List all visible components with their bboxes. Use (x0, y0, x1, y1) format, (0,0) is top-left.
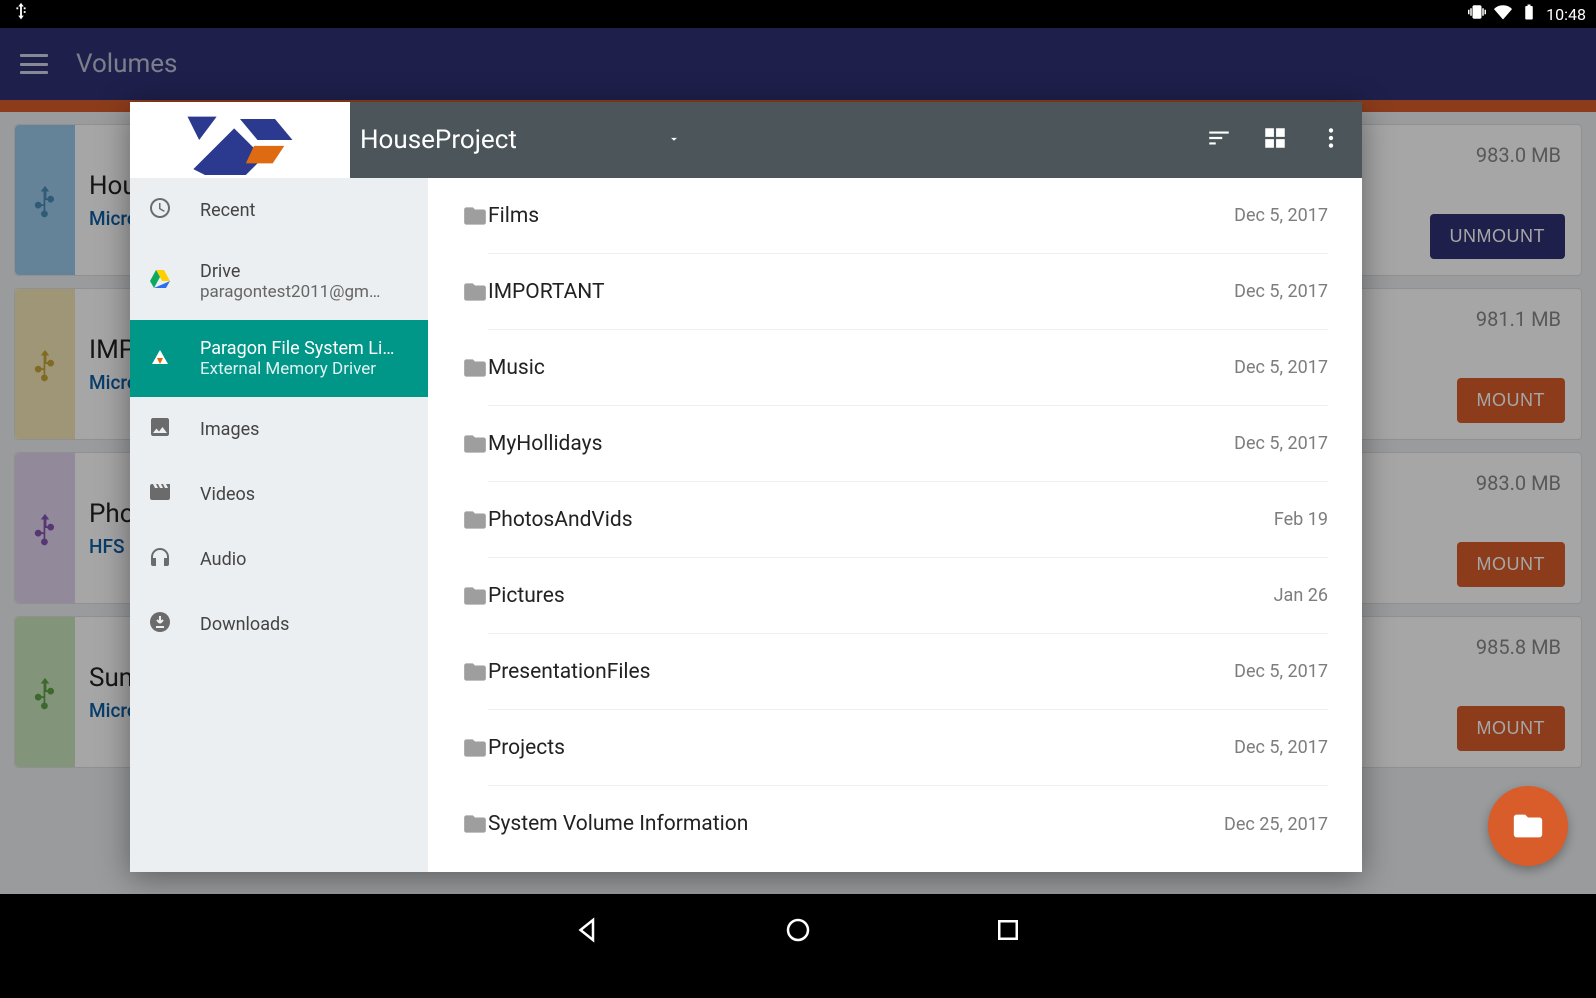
status-bar: 10:48 (0, 0, 1596, 28)
chevron-down-icon (667, 131, 681, 150)
folder-icon (462, 203, 488, 229)
sidebar-item-recent[interactable]: Recent (130, 178, 428, 243)
recent-apps-button[interactable] (993, 915, 1023, 949)
folder-row[interactable]: Music Dec 5, 2017 (428, 330, 1362, 406)
sidebar-item-paragon-file-system-li-[interactable]: Paragon File System Li… External Memory … (130, 320, 428, 397)
folder-icon (462, 279, 488, 305)
back-button[interactable] (573, 915, 603, 949)
paragon-icon (148, 344, 172, 373)
sidebar-item-label: Drive (200, 261, 380, 282)
sidebar-item-label: Images (200, 419, 259, 440)
app-area: Volumes Hous… Micros… 983.0 MB UNMOUNT I… (0, 28, 1596, 894)
vibrate-icon (1468, 3, 1486, 25)
folder-icon (462, 659, 488, 685)
sidebar-item-label: Paragon File System Li… (200, 338, 394, 359)
folder-name: Pictures (488, 584, 1238, 608)
folder-icon (462, 431, 488, 457)
sidebar-item-sublabel: External Memory Driver (200, 359, 394, 379)
sidebar-item-label: Audio (200, 549, 246, 570)
sidebar-item-drive[interactable]: Drive paragontest2011@gm… (130, 243, 428, 320)
folder-icon (462, 811, 488, 837)
folder-row[interactable]: PhotosAndVids Feb 19 (428, 482, 1362, 558)
download-icon (148, 610, 172, 639)
sidebar-item-sublabel: paragontest2011@gm… (200, 282, 380, 302)
grid-view-icon[interactable] (1262, 125, 1288, 155)
folder-name: PhotosAndVids (488, 508, 1238, 532)
image-icon (148, 415, 172, 444)
folder-date: Dec 5, 2017 (1234, 433, 1328, 454)
folder-row[interactable]: System Volume Information Dec 25, 2017 (428, 786, 1362, 862)
battery-icon (1520, 3, 1538, 25)
home-button[interactable] (783, 915, 813, 949)
sidebar-item-images[interactable]: Images (130, 397, 428, 462)
provider-logo (130, 102, 350, 178)
dialog-header: HouseProject (130, 102, 1362, 178)
folder-icon (462, 735, 488, 761)
folder-date: Dec 5, 2017 (1234, 661, 1328, 682)
sidebar-item-label: Recent (200, 200, 255, 221)
sidebar-item-downloads[interactable]: Downloads (130, 592, 428, 657)
sort-icon[interactable] (1206, 125, 1232, 155)
folder-date: Feb 19 (1274, 509, 1328, 530)
video-icon (148, 480, 172, 509)
file-picker-dialog: HouseProject Recent (130, 102, 1362, 872)
folder-row[interactable]: Projects Dec 5, 2017 (428, 710, 1362, 786)
folder-date: Dec 5, 2017 (1234, 357, 1328, 378)
sidebar-item-label: Videos (200, 484, 255, 505)
folder-name: MyHollidays (488, 432, 1198, 456)
status-time: 10:48 (1546, 5, 1586, 24)
dialog-title: HouseProject (360, 125, 517, 155)
folder-name: System Volume Information (488, 812, 1188, 836)
folder-name: Projects (488, 736, 1198, 760)
dialog-sidebar: Recent Drive paragontest2011@gm… Paragon… (130, 178, 428, 872)
audio-icon (148, 545, 172, 574)
folder-date: Dec 5, 2017 (1234, 737, 1328, 758)
fab-open-folder-button[interactable] (1488, 786, 1568, 866)
dialog-file-list[interactable]: Films Dec 5, 2017 IMPORTANT Dec 5, 2017 … (428, 178, 1362, 872)
folder-date: Dec 25, 2017 (1224, 814, 1328, 835)
folder-name: Films (488, 204, 1198, 228)
folder-icon (462, 355, 488, 381)
folder-row[interactable]: IMPORTANT Dec 5, 2017 (428, 254, 1362, 330)
drive-icon (148, 267, 172, 296)
folder-date: Dec 5, 2017 (1234, 281, 1328, 302)
android-nav-bar (0, 894, 1596, 970)
folder-row[interactable]: Films Dec 5, 2017 (428, 178, 1362, 254)
sidebar-item-label: Downloads (200, 614, 289, 635)
clock-icon (148, 196, 172, 225)
folder-name: PresentationFiles (488, 660, 1198, 684)
folder-row[interactable]: PresentationFiles Dec 5, 2017 (428, 634, 1362, 710)
folder-date: Jan 26 (1274, 585, 1328, 606)
folder-name: Music (488, 356, 1198, 380)
sidebar-item-videos[interactable]: Videos (130, 462, 428, 527)
folder-name: IMPORTANT (488, 280, 1198, 304)
dialog-title-dropdown[interactable]: HouseProject (360, 125, 1206, 155)
folder-row[interactable]: Pictures Jan 26 (428, 558, 1362, 634)
more-icon[interactable] (1318, 125, 1344, 155)
folder-icon (462, 507, 488, 533)
wifi-icon (1494, 3, 1512, 25)
folder-row[interactable]: MyHollidays Dec 5, 2017 (428, 406, 1362, 482)
folder-date: Dec 5, 2017 (1234, 205, 1328, 226)
usb-status-icon (10, 1, 32, 27)
folder-icon (462, 583, 488, 609)
sidebar-item-audio[interactable]: Audio (130, 527, 428, 592)
